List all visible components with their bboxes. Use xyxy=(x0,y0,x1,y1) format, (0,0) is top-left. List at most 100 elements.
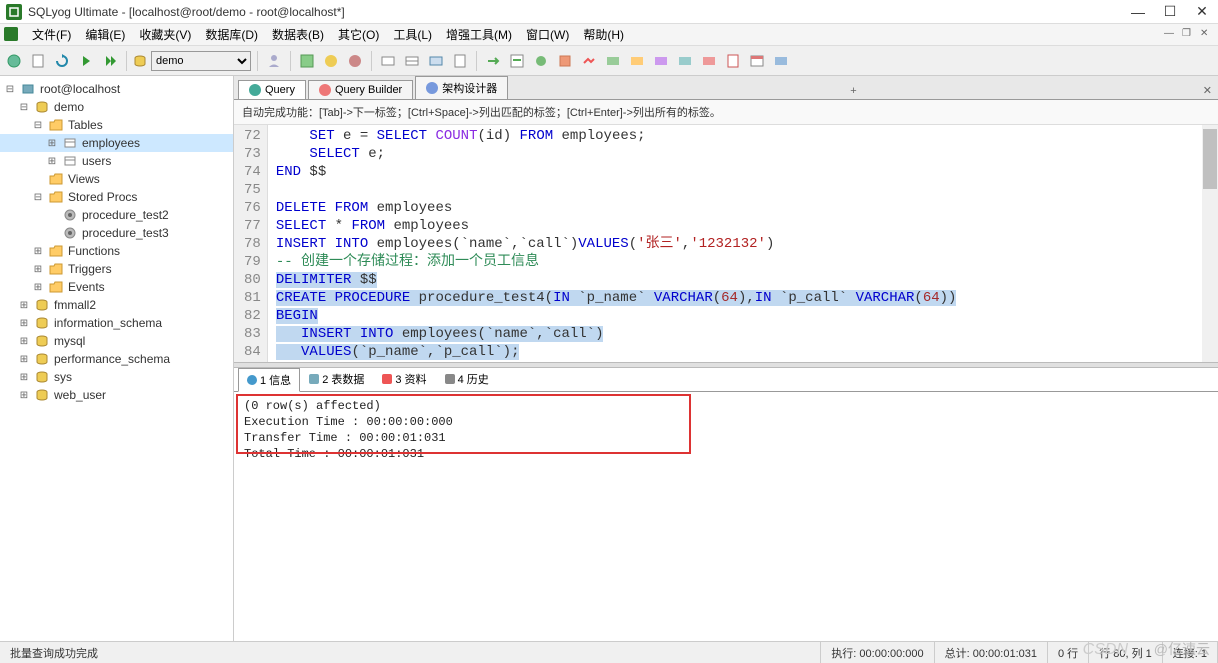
tool-15[interactable] xyxy=(651,51,671,71)
menu-other[interactable]: 其它(O) xyxy=(332,24,385,45)
expand-icon[interactable]: ⊞ xyxy=(18,336,30,347)
menu-edit[interactable]: 编辑(E) xyxy=(79,24,131,45)
expand-icon[interactable]: ⊞ xyxy=(18,372,30,383)
tree-functions-folder[interactable]: ⊞ Functions xyxy=(0,242,233,260)
result-line: Execution Time : 00:00:00:000 xyxy=(244,414,1208,430)
tree-proc-test3[interactable]: procedure_test3 xyxy=(0,224,233,242)
minimize-button[interactable]: — xyxy=(1128,2,1148,22)
tab-schema-designer[interactable]: 架构设计器 xyxy=(415,76,508,99)
tree-db-infoschema[interactable]: ⊞ information_schema xyxy=(0,314,233,332)
tree-db-fmmall2[interactable]: ⊞ fmmall2 xyxy=(0,296,233,314)
menu-tools[interactable]: 工具(L) xyxy=(387,24,438,45)
tree-db-perfschema[interactable]: ⊞ performance_schema xyxy=(0,350,233,368)
refresh-button[interactable] xyxy=(52,51,72,71)
new-query-button[interactable] xyxy=(28,51,48,71)
menu-file[interactable]: 文件(F) xyxy=(26,24,77,45)
expand-icon[interactable]: ⊞ xyxy=(18,300,30,311)
tree-root[interactable]: ⊟ root@localhost xyxy=(0,80,233,98)
tree-db-sys[interactable]: ⊞ sys xyxy=(0,368,233,386)
new-connection-button[interactable] xyxy=(4,51,24,71)
tool-12[interactable] xyxy=(579,51,599,71)
mdi-minimize-button[interactable]: — xyxy=(1164,28,1178,42)
expand-icon[interactable]: ⊞ xyxy=(32,246,44,257)
code-content[interactable]: SET e = SELECT COUNT(id) FROM employees;… xyxy=(268,125,1218,362)
maximize-button[interactable]: ☐ xyxy=(1160,2,1180,22)
tool-9[interactable] xyxy=(507,51,527,71)
tool-10[interactable] xyxy=(531,51,551,71)
tree-db-mysql[interactable]: ⊞ mysql xyxy=(0,332,233,350)
new-tab-button[interactable]: + xyxy=(844,83,862,99)
tool-20[interactable] xyxy=(771,51,791,71)
tree-db-webuser[interactable]: ⊞ web_user xyxy=(0,386,233,404)
tree-db-demo[interactable]: ⊟ demo xyxy=(0,98,233,116)
tool-17[interactable] xyxy=(699,51,719,71)
app-icon xyxy=(6,4,22,20)
expand-icon[interactable]: ⊞ xyxy=(32,282,44,293)
vertical-scrollbar[interactable] xyxy=(1202,125,1218,362)
result-pane[interactable]: (0 row(s) affected) Execution Time : 00:… xyxy=(234,392,1218,641)
tool-6[interactable] xyxy=(426,51,446,71)
tree-events-folder[interactable]: ⊞ Events xyxy=(0,278,233,296)
result-tab-tabledata[interactable]: 2 表数据 xyxy=(300,367,373,391)
mdi-close-button[interactable]: ✕ xyxy=(1200,28,1214,42)
expand-icon[interactable]: ⊟ xyxy=(32,192,44,203)
expand-icon[interactable]: ⊞ xyxy=(46,156,58,167)
result-tab-info3[interactable]: 3 资料 xyxy=(373,367,435,391)
execute-all-button[interactable] xyxy=(100,51,120,71)
tool-5[interactable] xyxy=(402,51,422,71)
tool-3[interactable] xyxy=(345,51,365,71)
result-tab-info[interactable]: 1 信息 xyxy=(238,368,300,392)
tree-triggers-folder[interactable]: ⊞ Triggers xyxy=(0,260,233,278)
menu-powertools[interactable]: 增强工具(M) xyxy=(440,24,518,45)
tool-4[interactable] xyxy=(378,51,398,71)
status-exec-time: 执行: 00:00:00:000 xyxy=(821,642,934,663)
tree-table-users[interactable]: ⊞ users xyxy=(0,152,233,170)
mdi-restore-button[interactable]: ❐ xyxy=(1182,28,1196,42)
tool-13[interactable] xyxy=(603,51,623,71)
tool-1[interactable] xyxy=(297,51,317,71)
tool-14[interactable] xyxy=(627,51,647,71)
menu-help[interactable]: 帮助(H) xyxy=(577,24,630,45)
close-button[interactable]: ✕ xyxy=(1192,2,1212,22)
execute-button[interactable] xyxy=(76,51,96,71)
menu-favorites[interactable]: 收藏夹(V) xyxy=(133,24,197,45)
tree-storedprocs-folder[interactable]: ⊟ Stored Procs xyxy=(0,188,233,206)
menu-table[interactable]: 数据表(B) xyxy=(266,24,330,45)
tab-query-builder[interactable]: Query Builder xyxy=(308,80,413,99)
query-icon xyxy=(249,84,261,96)
tree-views-folder[interactable]: Views xyxy=(0,170,233,188)
expand-icon[interactable]: ⊟ xyxy=(4,84,16,95)
expand-icon[interactable]: ⊞ xyxy=(18,390,30,401)
result-line: Total Time : 00:00:01:031 xyxy=(244,446,1208,462)
scroll-thumb[interactable] xyxy=(1203,129,1217,189)
tool-16[interactable] xyxy=(675,51,695,71)
result-tab-history[interactable]: 4 历史 xyxy=(436,367,498,391)
user-button[interactable] xyxy=(264,51,284,71)
database-selector[interactable]: demo xyxy=(151,51,251,71)
procedure-icon xyxy=(62,225,78,241)
tree-tables-folder[interactable]: ⊟ Tables xyxy=(0,116,233,134)
tool-7[interactable] xyxy=(450,51,470,71)
expand-icon[interactable]: ⊞ xyxy=(18,318,30,329)
tree-proc-test2[interactable]: procedure_test2 xyxy=(0,206,233,224)
expand-icon[interactable]: ⊟ xyxy=(32,120,44,131)
menu-window[interactable]: 窗口(W) xyxy=(520,24,575,45)
tool-8[interactable] xyxy=(483,51,503,71)
tree-table-employees[interactable]: ⊞ employees xyxy=(0,134,233,152)
tool-2[interactable] xyxy=(321,51,341,71)
editor-tabs: Query Query Builder 架构设计器 + ✕ xyxy=(234,76,1218,100)
close-tab-button[interactable]: ✕ xyxy=(1197,82,1218,99)
folder-icon xyxy=(48,171,64,187)
tool-18[interactable] xyxy=(723,51,743,71)
sql-editor[interactable]: 72737475767778798081828384858687 SET e =… xyxy=(234,125,1218,362)
object-browser[interactable]: ⊟ root@localhost ⊟ demo ⊟ Tables ⊞ emplo… xyxy=(0,76,234,641)
expand-icon[interactable]: ⊞ xyxy=(46,138,58,149)
tab-query[interactable]: Query xyxy=(238,80,306,99)
expand-icon[interactable]: ⊞ xyxy=(32,264,44,275)
database-icon xyxy=(133,54,147,68)
expand-icon[interactable]: ⊟ xyxy=(18,102,30,113)
tool-11[interactable] xyxy=(555,51,575,71)
menu-database[interactable]: 数据库(D) xyxy=(199,24,264,45)
tool-19[interactable] xyxy=(747,51,767,71)
expand-icon[interactable]: ⊞ xyxy=(18,354,30,365)
